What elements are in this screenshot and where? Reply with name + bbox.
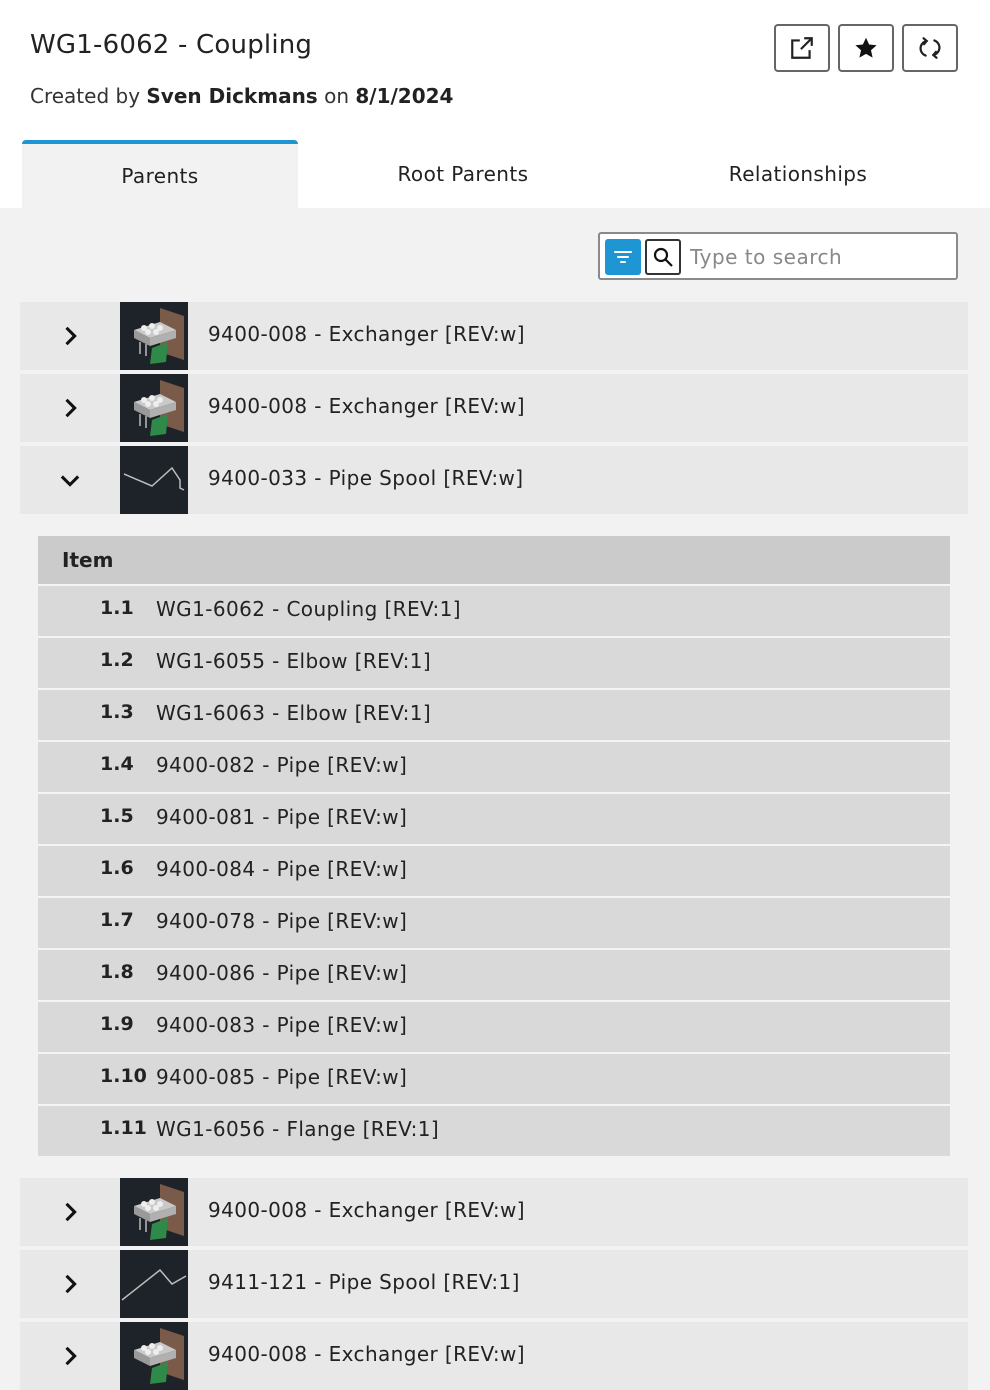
parents-panel: 9400-008 - Exchanger [REV:w] 9400-008 - … bbox=[0, 208, 990, 1390]
table-row[interactable]: 1.11 WG1-6056 - Flange [REV:1] bbox=[38, 1104, 950, 1152]
created-on: on bbox=[324, 84, 349, 108]
row-label: 9400-085 - Pipe [REV:w] bbox=[156, 1065, 408, 1089]
exchanger-thumbnail bbox=[120, 302, 188, 370]
row-number: 1.5 bbox=[100, 805, 134, 827]
parent-row[interactable]: 9400-008 - Exchanger [REV:w] bbox=[20, 302, 968, 370]
created-by-line: Created by Sven Dickmans on 8/1/2024 bbox=[30, 84, 453, 108]
parent-row[interactable]: 9400-008 - Exchanger [REV:w] bbox=[20, 1322, 968, 1390]
parent-row-expanded[interactable]: 9400-033 - Pipe Spool [REV:w] bbox=[20, 446, 968, 514]
tab-bar: Parents Root Parents Relationships bbox=[0, 140, 990, 208]
search-input[interactable] bbox=[690, 242, 950, 272]
row-label: 9400-083 - Pipe [REV:w] bbox=[156, 1013, 408, 1037]
parent-label: 9400-008 - Exchanger [REV:w] bbox=[208, 394, 526, 418]
parent-row[interactable]: 9411-121 - Pipe Spool [REV:1] bbox=[20, 1250, 968, 1318]
row-number: 1.10 bbox=[100, 1065, 147, 1087]
row-number: 1.1 bbox=[100, 597, 134, 619]
table-row[interactable]: 1.9 9400-083 - Pipe [REV:w] bbox=[38, 1000, 950, 1048]
exchanger-thumbnail bbox=[120, 374, 188, 442]
search-bar bbox=[598, 232, 958, 280]
row-label: WG1-6056 - Flange [REV:1] bbox=[156, 1117, 440, 1141]
row-label: 9400-082 - Pipe [REV:w] bbox=[156, 753, 408, 777]
row-number: 1.3 bbox=[100, 701, 134, 723]
chevron-right-icon[interactable] bbox=[56, 1270, 84, 1298]
table-row[interactable]: 1.8 9400-086 - Pipe [REV:w] bbox=[38, 948, 950, 996]
table-row[interactable]: 1.4 9400-082 - Pipe [REV:w] bbox=[38, 740, 950, 788]
parent-label: 9400-033 - Pipe Spool [REV:w] bbox=[208, 466, 524, 490]
row-number: 1.2 bbox=[100, 649, 134, 671]
table-row[interactable]: 1.10 9400-085 - Pipe [REV:w] bbox=[38, 1052, 950, 1100]
item-header: WG1-6062 - Coupling Created by Sven Dick… bbox=[0, 0, 990, 140]
row-number: 1.7 bbox=[100, 909, 134, 931]
row-label: 9400-078 - Pipe [REV:w] bbox=[156, 909, 408, 933]
pipe-spool-thumbnail bbox=[120, 1250, 188, 1318]
table-row[interactable]: 1.3 WG1-6063 - Elbow [REV:1] bbox=[38, 688, 950, 736]
parent-label: 9400-008 - Exchanger [REV:w] bbox=[208, 1198, 526, 1222]
search-icon bbox=[653, 247, 673, 267]
author-name: Sven Dickmans bbox=[146, 84, 318, 108]
exchanger-thumbnail bbox=[120, 1322, 188, 1390]
favorite-button[interactable] bbox=[838, 24, 894, 72]
parent-row[interactable]: 9400-008 - Exchanger [REV:w] bbox=[20, 1178, 968, 1246]
table-row[interactable]: 1.1 WG1-6062 - Coupling [REV:1] bbox=[38, 584, 950, 632]
refresh-icon bbox=[919, 37, 941, 59]
star-icon bbox=[855, 37, 877, 58]
pipe-spool-thumbnail bbox=[120, 446, 188, 514]
row-label: WG1-6063 - Elbow [REV:1] bbox=[156, 701, 432, 725]
filter-icon bbox=[614, 251, 632, 263]
chevron-right-icon[interactable] bbox=[56, 1198, 84, 1226]
page-title: WG1-6062 - Coupling bbox=[30, 30, 313, 60]
table-row[interactable]: 1.2 WG1-6055 - Elbow [REV:1] bbox=[38, 636, 950, 684]
row-label: WG1-6055 - Elbow [REV:1] bbox=[156, 649, 432, 673]
parent-label: 9400-008 - Exchanger [REV:w] bbox=[208, 1342, 526, 1366]
table-row[interactable]: 1.5 9400-081 - Pipe [REV:w] bbox=[38, 792, 950, 840]
table-row[interactable]: 1.7 9400-078 - Pipe [REV:w] bbox=[38, 896, 950, 944]
row-number: 1.11 bbox=[100, 1117, 147, 1139]
parent-label: 9411-121 - Pipe Spool [REV:1] bbox=[208, 1270, 520, 1294]
table-header: Item bbox=[38, 536, 950, 584]
chevron-right-icon[interactable] bbox=[56, 322, 84, 350]
created-date: 8/1/2024 bbox=[355, 84, 454, 108]
tab-root-parents[interactable]: Root Parents bbox=[328, 140, 598, 208]
row-number: 1.9 bbox=[100, 1013, 134, 1035]
table-row[interactable]: 1.6 9400-084 - Pipe [REV:w] bbox=[38, 844, 950, 892]
tab-parents[interactable]: Parents bbox=[22, 140, 298, 208]
filter-button[interactable] bbox=[605, 239, 641, 275]
parent-row[interactable]: 9400-008 - Exchanger [REV:w] bbox=[20, 374, 968, 442]
row-label: 9400-084 - Pipe [REV:w] bbox=[156, 857, 408, 881]
row-number: 1.4 bbox=[100, 753, 134, 775]
children-table: Item 1.1 WG1-6062 - Coupling [REV:1] 1.2 W… bbox=[38, 536, 950, 1156]
column-header-item: Item bbox=[62, 548, 114, 572]
created-prefix: Created by bbox=[30, 84, 141, 108]
row-number: 1.8 bbox=[100, 961, 134, 983]
row-label: 9400-086 - Pipe [REV:w] bbox=[156, 961, 408, 985]
parent-label: 9400-008 - Exchanger [REV:w] bbox=[208, 322, 526, 346]
exchanger-thumbnail bbox=[120, 1178, 188, 1246]
chevron-down-icon[interactable] bbox=[56, 466, 84, 494]
open-external-icon bbox=[791, 37, 813, 59]
row-label: WG1-6062 - Coupling [REV:1] bbox=[156, 597, 461, 621]
open-external-button[interactable] bbox=[774, 24, 830, 72]
search-button[interactable] bbox=[645, 239, 681, 275]
chevron-right-icon[interactable] bbox=[56, 1342, 84, 1370]
tab-relationships[interactable]: Relationships bbox=[628, 140, 968, 208]
chevron-right-icon[interactable] bbox=[56, 394, 84, 422]
refresh-button[interactable] bbox=[902, 24, 958, 72]
row-label: 9400-081 - Pipe [REV:w] bbox=[156, 805, 408, 829]
row-number: 1.6 bbox=[100, 857, 134, 879]
